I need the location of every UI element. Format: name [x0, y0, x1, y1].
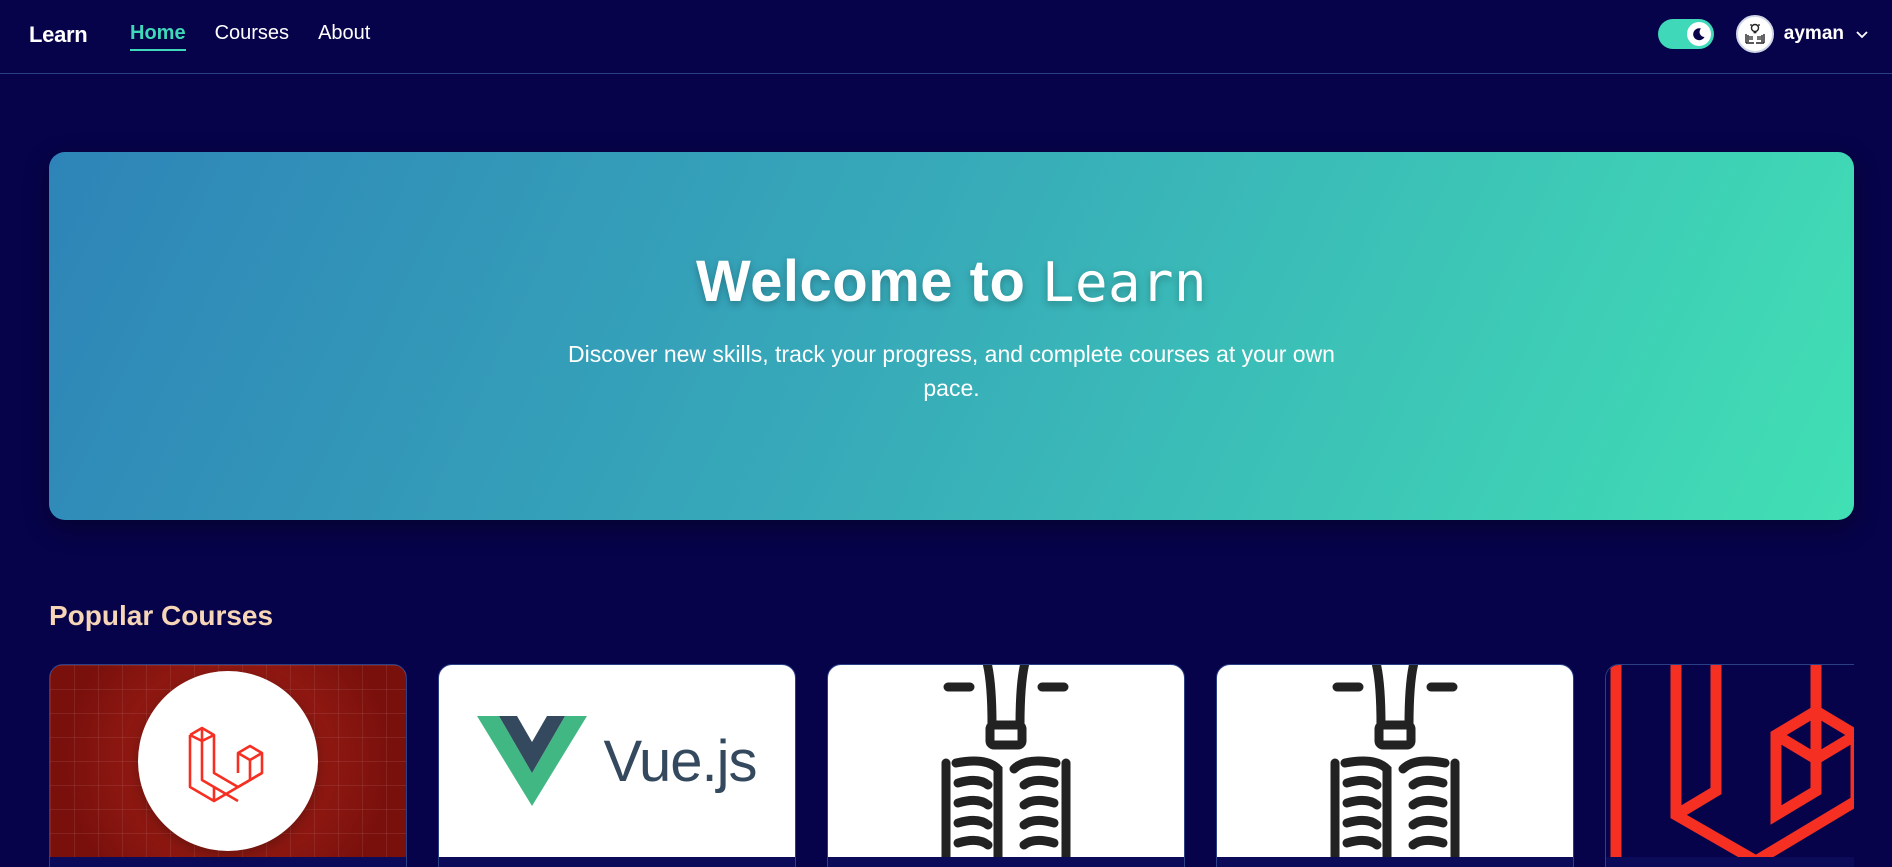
hero-title-prefix: Welcome to — [695, 249, 1026, 314]
course-list: Vue.js — [49, 664, 1854, 867]
course-card[interactable]: Vue.js — [438, 664, 796, 867]
username[interactable]: ayman — [1784, 23, 1844, 45]
hero-title: Welcome to Learn — [49, 152, 1854, 315]
course-thumbnail — [1606, 665, 1854, 857]
book-lightbulb-icon — [941, 665, 1071, 857]
book-lightbulb-icon — [1745, 23, 1765, 44]
moon-icon — [1686, 22, 1711, 46]
popular-courses-title: Popular Courses — [49, 600, 274, 631]
nav-home[interactable]: Home — [130, 22, 186, 51]
hero-subtitle: Discover new skills, track your progress… — [568, 341, 1335, 401]
vuejs-logo-text: Vue.js — [603, 728, 757, 794]
laravel-logo-icon — [188, 726, 264, 803]
brand-logo[interactable]: Learn — [29, 22, 88, 48]
hero-title-brand: Learn — [1042, 251, 1208, 314]
course-card[interactable] — [827, 664, 1185, 867]
course-card[interactable] — [1605, 664, 1854, 867]
course-thumbnail: Vue.js — [439, 665, 795, 857]
chevron-down-icon[interactable] — [1854, 26, 1870, 42]
nav-about[interactable]: About — [318, 22, 370, 51]
course-card[interactable] — [49, 664, 407, 867]
hero-banner: Welcome to Learn Discover new skills, tr… — [49, 152, 1854, 520]
course-card[interactable] — [1216, 664, 1574, 867]
top-navbar: Learn Home Courses About ayman — [0, 0, 1892, 74]
nav-courses[interactable]: Courses — [215, 22, 289, 51]
avatar[interactable] — [1735, 15, 1774, 53]
course-thumbnail — [50, 665, 406, 857]
course-thumbnail — [828, 665, 1184, 857]
user-area: ayman — [1657, 15, 1870, 53]
vuejs-logo-icon — [477, 716, 588, 806]
course-thumbnail — [1217, 665, 1573, 857]
book-lightbulb-icon — [1330, 665, 1460, 857]
theme-toggle[interactable] — [1657, 19, 1714, 49]
main-nav: Home Courses About — [130, 22, 370, 51]
laravel-logo-icon — [1610, 665, 1854, 857]
